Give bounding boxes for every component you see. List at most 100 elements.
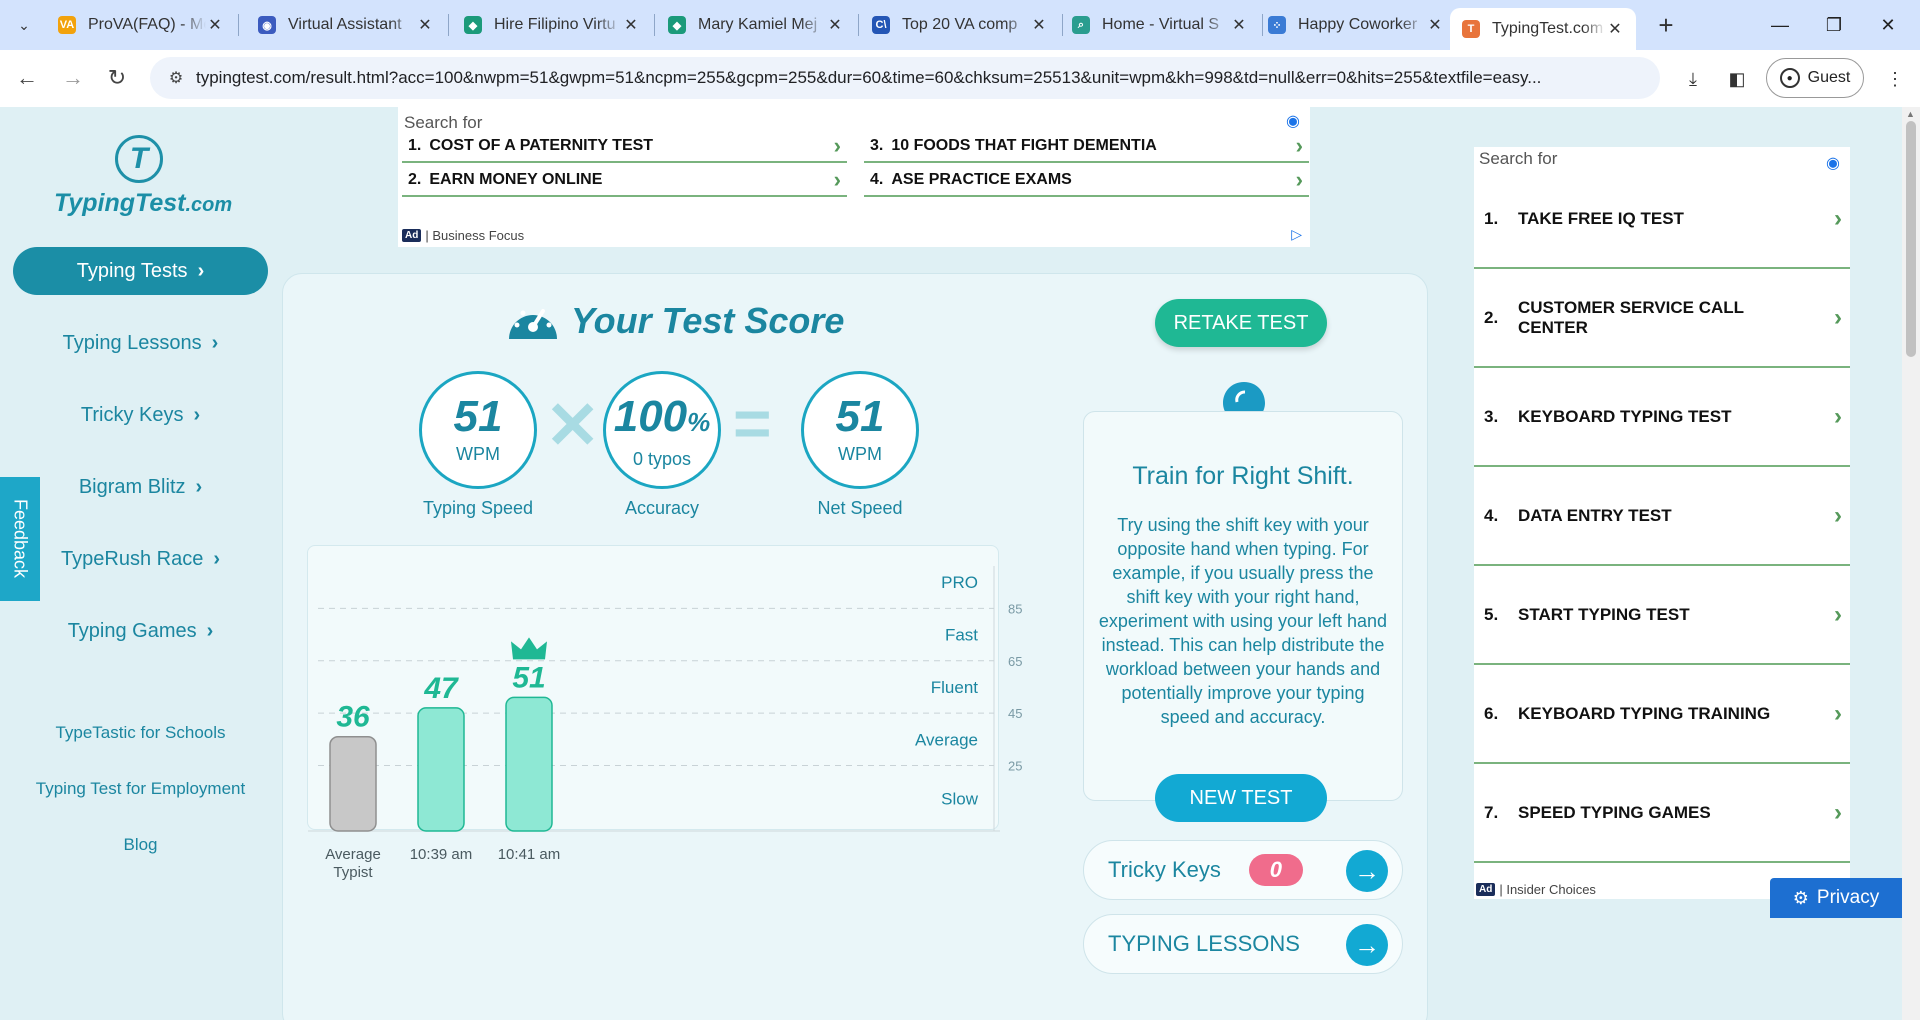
accuracy-typos: 0 typos — [632, 449, 692, 469]
tab-close-icon[interactable]: ✕ — [1426, 15, 1444, 35]
page-content: T TypingTest.com Typing Tests › Typing Les… — [0, 107, 1902, 1020]
browser-tab[interactable]: ◆ Mary Kamiel Mej ✕ — [656, 8, 856, 42]
ad-link[interactable]: 3. 10 FOODS THAT FIGHT DEMENTIA › — [864, 131, 1309, 163]
ad-link[interactable]: 1. COST OF A PATERNITY TEST › — [402, 131, 847, 163]
minimize-icon: — — [1771, 14, 1789, 35]
ad-link[interactable]: 2. EARN MONEY ONLINE › — [402, 165, 847, 197]
tab-search-button[interactable]: ⌄ — [8, 9, 40, 41]
sidebar-item-tricky-keys[interactable]: Tricky Keys › — [13, 391, 268, 439]
ad-link-number: 1. — [408, 137, 422, 154]
chart-category-label: 10:39 am — [410, 846, 473, 863]
forward-button[interactable]: → — [56, 61, 90, 95]
ad-link[interactable]: 6. KEYBOARD TYPING TRAINING › — [1474, 665, 1850, 764]
ad-link[interactable]: 5. START TYPING TEST › — [1474, 566, 1850, 665]
page-scrollbar[interactable]: ▲ — [1902, 107, 1920, 1020]
favicon-icon: ◆ — [464, 16, 482, 34]
browser-tab[interactable]: T TypingTest.com ✕ — [1450, 8, 1636, 50]
browser-tab[interactable]: ⌕ Home - Virtual S ✕ — [1060, 8, 1260, 42]
ad-link-label: CUSTOMER SERVICE CALL CENTER — [1518, 297, 1744, 337]
browser-tab[interactable]: C\ Top 20 VA comp ✕ — [860, 8, 1060, 42]
typing-lessons-link[interactable]: TYPING LESSONS → — [1083, 914, 1403, 974]
ad-link[interactable]: 7. SPEED TYPING GAMES › — [1474, 764, 1850, 863]
ad-link-number: 4. — [870, 171, 884, 188]
close-icon: ✕ — [1880, 14, 1896, 35]
arrow-right-icon: → — [62, 65, 84, 90]
download-button[interactable]: ⤓ — [1678, 64, 1708, 94]
browser-tab[interactable]: VA ProVA(FAQ) - Me ✕ — [46, 8, 236, 42]
privacy-button[interactable]: ⚙ Privacy — [1770, 878, 1902, 918]
back-button[interactable]: ← — [10, 61, 44, 95]
accuracy-percent: % — [687, 407, 711, 437]
ad-link-label: EARN MONEY ONLINE — [429, 171, 603, 188]
ad-link[interactable]: 3. KEYBOARD TYPING TEST › — [1474, 368, 1850, 467]
profile-button[interactable]: ● Guest — [1766, 58, 1864, 98]
scrollbar-thumb[interactable] — [1906, 121, 1916, 357]
minimize-button[interactable]: — — [1756, 8, 1804, 42]
tab-close-icon[interactable]: ✕ — [1230, 15, 1248, 35]
score-card: Your Test Score RETAKE TEST 51 WPM Typin… — [282, 273, 1428, 1020]
browser-toolbar: ← → ↻ ⚙ typingtest.com/result.html?acc=1… — [0, 50, 1920, 107]
chart-category-label: Average Typist — [325, 846, 381, 881]
ad-link[interactable]: 2. CUSTOMER SERVICE CALL CENTER › — [1474, 269, 1850, 368]
tab-close-icon[interactable]: ✕ — [826, 15, 844, 35]
feedback-tab[interactable]: Feedback — [0, 477, 40, 601]
arrow-right-icon: → — [1346, 850, 1388, 892]
chart-band-label: PRO — [941, 573, 978, 592]
site-info-icon[interactable]: ⚙ — [156, 68, 196, 88]
ad-link-number: 7. — [1484, 802, 1499, 822]
restore-button[interactable]: ❐ — [1810, 8, 1858, 42]
chart-tick-label: 25 — [1008, 759, 1022, 774]
sidebar-item-bigram-blitz[interactable]: Bigram Blitz › — [13, 463, 268, 511]
url-text: typingtest.com/result.html?acc=100&nwpm=… — [196, 68, 1542, 87]
arrow-left-icon: ← — [16, 65, 38, 90]
chart-tick-label: 85 — [1008, 601, 1022, 616]
ad-link[interactable]: 4. DATA ENTRY TEST › — [1474, 467, 1850, 566]
tab-close-icon[interactable]: ✕ — [1606, 19, 1624, 39]
sidebar-link[interactable]: TypeTastic for Schools — [13, 705, 268, 761]
ad-link[interactable]: 1. TAKE FREE IQ TEST › — [1474, 170, 1850, 269]
chevron-right-icon: › — [1834, 501, 1842, 529]
tab-close-icon[interactable]: ✕ — [206, 15, 224, 35]
browser-tab[interactable]: ◉ Virtual Assistant ✕ — [246, 8, 446, 42]
scroll-up-icon[interactable]: ▲ — [1906, 109, 1915, 119]
side-panel-button[interactable]: ◧ — [1722, 64, 1752, 94]
sidebar-item-typing-games[interactable]: Typing Games › — [13, 607, 268, 655]
net-speed-caption: Net Speed — [817, 498, 903, 518]
restore-icon: ❐ — [1825, 14, 1843, 35]
tab-close-icon[interactable]: ✕ — [622, 15, 640, 35]
sidebar-link[interactable]: Blog — [13, 817, 268, 873]
ad-link-number: 1. — [1484, 208, 1499, 228]
adchoices-icon[interactable]: ▷ — [1291, 226, 1302, 243]
ad-link-label: 10 FOODS THAT FIGHT DEMENTIA — [891, 137, 1157, 154]
retake-test-button[interactable]: RETAKE TEST — [1155, 299, 1327, 347]
chart-category-label: 10:41 am — [498, 846, 561, 863]
tab-close-icon[interactable]: ✕ — [416, 15, 434, 35]
reload-button[interactable]: ↻ — [100, 61, 134, 95]
sidebar-item-typing-tests[interactable]: Typing Tests › — [13, 247, 268, 295]
site-logo[interactable]: T TypingTest.com — [54, 135, 232, 218]
close-window-button[interactable]: ✕ — [1864, 8, 1912, 42]
address-bar[interactable]: ⚙ typingtest.com/result.html?acc=100&nwp… — [150, 57, 1660, 99]
speed-comparison-chart: 25 45 65 85 Slow Average Fluent Fast PRO 36 Averag… — [307, 545, 1022, 881]
new-test-button[interactable]: NEW TEST — [1155, 774, 1327, 822]
ad-link-label: START TYPING TEST — [1518, 604, 1690, 624]
logo-icon: T — [115, 135, 163, 183]
browser-tab[interactable]: ⁘ Happy Coworker ✕ — [1256, 8, 1456, 42]
sidebar-item-typing-lessons[interactable]: Typing Lessons › — [13, 319, 268, 367]
menu-button[interactable]: ⋮ — [1880, 64, 1910, 94]
ad-badge: Ad — [1476, 883, 1496, 896]
tab-close-icon[interactable]: ✕ — [1030, 15, 1048, 35]
ad-sponsor: | Insider Choices — [1499, 882, 1596, 897]
typing-speed-value: 51 — [453, 392, 503, 441]
browser-tab[interactable]: ◆ Hire Filipino Virtu ✕ — [452, 8, 652, 42]
ad-hide-icon[interactable]: ◉ — [1286, 111, 1300, 131]
new-tab-button[interactable]: + — [1650, 9, 1682, 41]
favicon-icon: ◆ — [668, 16, 686, 34]
side-panel-icon: ◧ — [1728, 68, 1746, 89]
ad-link[interactable]: 4. ASE PRACTICE EXAMS › — [864, 165, 1309, 197]
sidebar-item-label: Typing Tests — [76, 259, 188, 282]
chevron-right-icon: › — [1834, 402, 1842, 430]
sidebar-item-typerush-race[interactable]: TypeRush Race › — [13, 535, 268, 583]
sidebar-link[interactable]: Typing Test for Employment — [13, 761, 268, 817]
tricky-keys-link[interactable]: Tricky Keys 0 → — [1083, 840, 1403, 900]
